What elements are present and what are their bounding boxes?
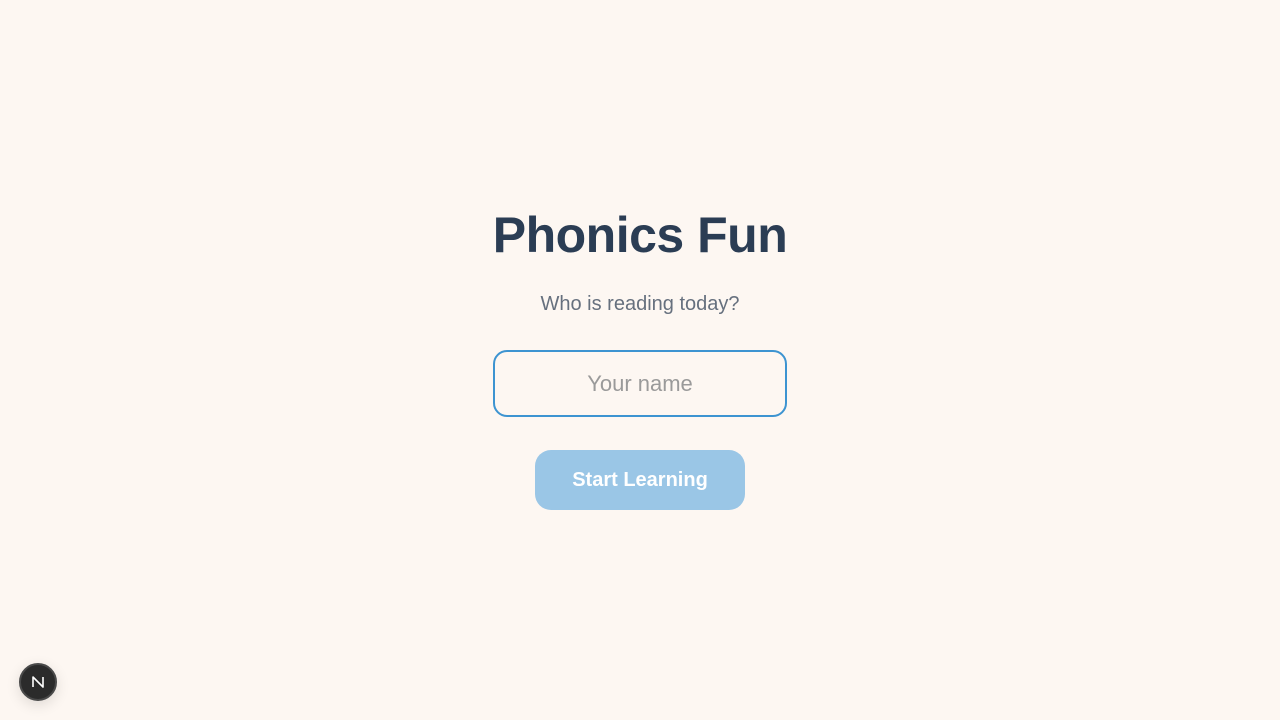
welcome-screen: Phonics Fun Who is reading today? Start … [0, 0, 1280, 720]
nextjs-dev-indicator-button[interactable] [19, 663, 57, 701]
page-title: Phonics Fun [492, 207, 788, 263]
start-learning-button[interactable]: Start Learning [535, 450, 745, 510]
name-input[interactable] [493, 350, 787, 417]
page-subtitle: Who is reading today? [540, 293, 740, 315]
nextjs-n-icon [32, 676, 44, 688]
